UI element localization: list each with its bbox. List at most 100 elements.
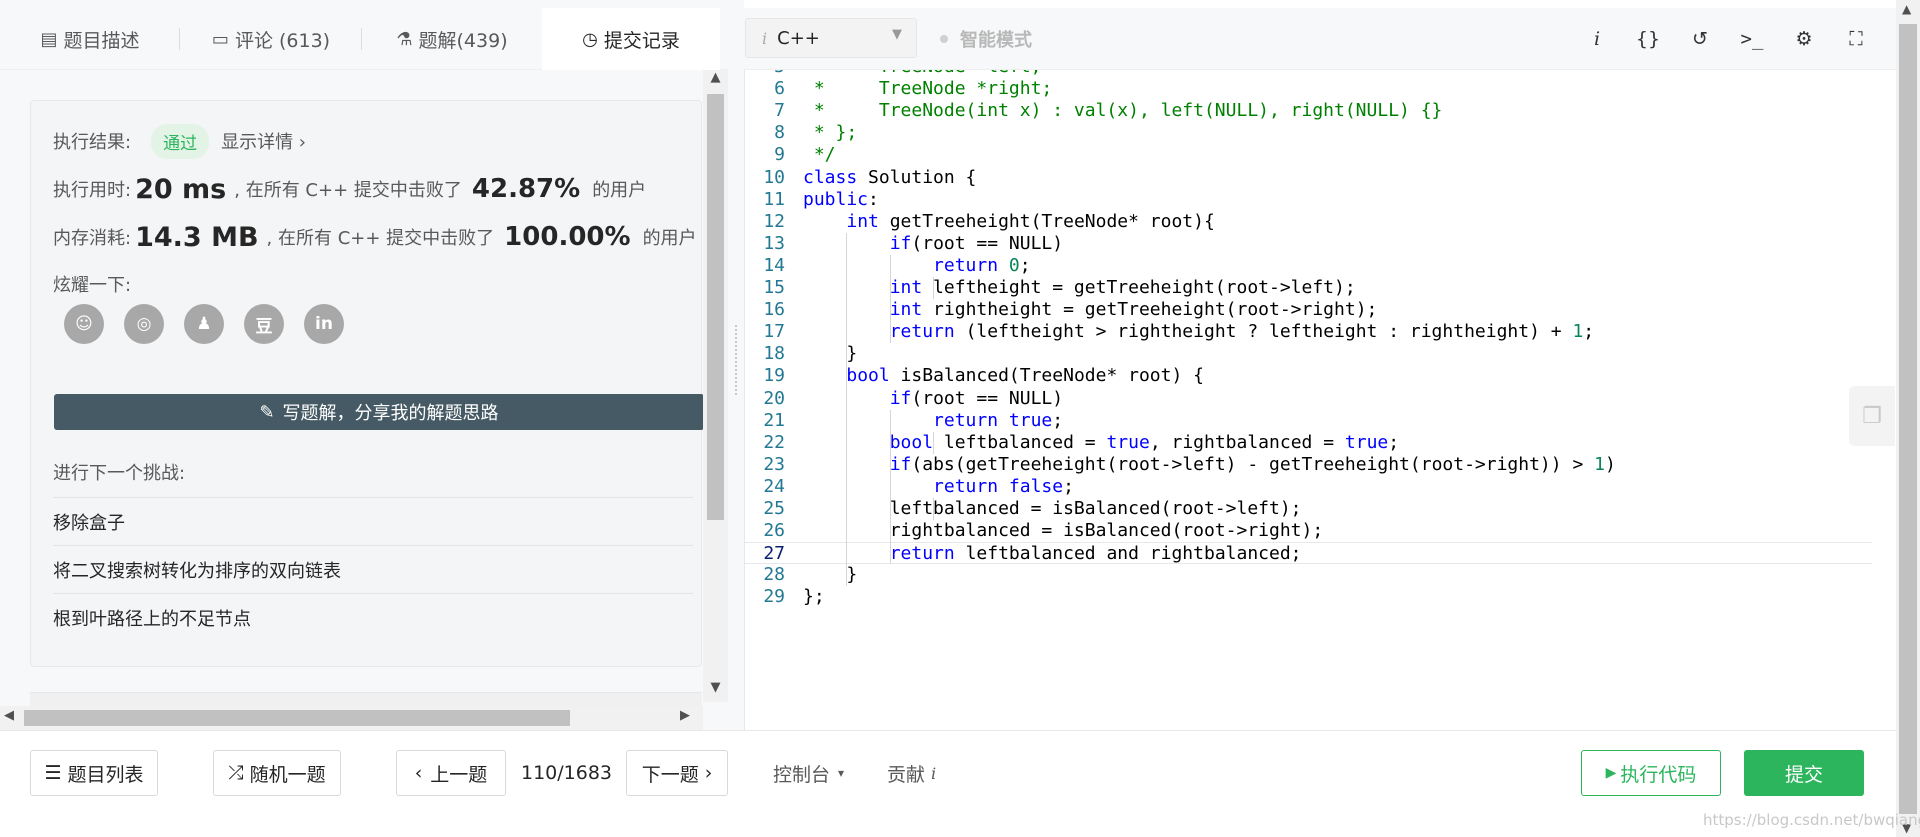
douban-icon[interactable]: 豆 (244, 304, 284, 344)
code-line[interactable]: 6 * TreeNode *right; (745, 78, 1872, 100)
runtime-percentile: 42.87% (471, 174, 581, 204)
code-line[interactable]: 15 int leftheight = getTreeheight(root->… (745, 277, 1872, 299)
submit-button[interactable]: 提交 (1744, 750, 1864, 796)
code-line[interactable]: 27 return leftbalanced and rightbalanced… (745, 542, 1872, 565)
code-line[interactable]: 23 if(abs(getTreeheight(root->left) - ge… (745, 454, 1872, 476)
tab-submissions[interactable]: ◷ 提交记录 (542, 8, 720, 70)
code-line[interactable]: 26 rightbalanced = isBalanced(root->righ… (745, 520, 1872, 542)
line-number: 20 (763, 387, 785, 409)
code-text: return (leftheight > rightheight ? lefth… (803, 321, 1594, 343)
code-keyword: public (803, 188, 869, 210)
code-line[interactable]: 5 * TreeNode *left; (745, 70, 1872, 78)
scroll-left-icon[interactable]: ◀ (4, 708, 14, 723)
indent-guide (933, 498, 935, 521)
wechat-icon[interactable]: ☺ (64, 304, 104, 344)
code-token: leftbalanced = (933, 431, 1107, 453)
next-challenge-item[interactable]: 根到叶路径上的不足节点 (53, 593, 693, 641)
weibo-icon[interactable]: ◎ (124, 304, 164, 344)
share-label: 炫耀一下: (53, 275, 132, 296)
scroll-down-icon[interactable]: ▼ (703, 680, 728, 702)
code-line[interactable]: 12 int getTreeheight(TreeNode* root){ (745, 211, 1872, 233)
write-solution-button[interactable]: ✎ 写题解，分享我的解题思路 (54, 394, 704, 430)
copy-icon[interactable]: ❐ (1849, 386, 1895, 446)
language-select[interactable]: i C++ ▼ (745, 18, 917, 58)
play-icon: ▶ (1605, 765, 1617, 781)
scroll-right-icon[interactable]: ▶ (680, 708, 690, 723)
code-line[interactable]: 10 class Solution { (745, 167, 1872, 189)
contribute-link[interactable]: 贡献 i (887, 750, 936, 796)
fullscreen-icon[interactable]: ⛶ (1841, 24, 1871, 54)
tab-solutions[interactable]: ⚗ 题解(439) (362, 8, 542, 70)
code-line[interactable]: 24 return false; (745, 476, 1872, 498)
panel-splitter[interactable] (728, 0, 744, 730)
run-code-button[interactable]: ▶ 执行代码 (1581, 750, 1721, 796)
smart-mode-label: 智能模式 (960, 30, 1032, 51)
code-line[interactable]: 16 int rightheight = getTreeheight(root-… (745, 299, 1872, 321)
indent-guide (846, 232, 848, 587)
line-number: 25 (763, 498, 785, 519)
random-problem-button[interactable]: ⤮ 随机一题 (213, 750, 341, 796)
scrollbar-thumb[interactable] (1899, 24, 1917, 814)
previous-problem-label: 上一题 (430, 763, 488, 786)
code-line[interactable]: 22 bool leftbalanced = true, rightbalanc… (745, 432, 1872, 454)
console-toggle[interactable]: 控制台 ▾ (773, 750, 844, 796)
smart-mode-toggle[interactable]: 智能模式 (940, 26, 1032, 52)
code-text: * }; (803, 122, 857, 144)
code-line[interactable]: 8 * }; (745, 122, 1872, 144)
code-line[interactable]: 14 return 0; (745, 255, 1872, 277)
next-challenge-item[interactable]: 移除盒子 (53, 497, 693, 545)
code-token: leftheight = getTreeheight(root->left); (922, 277, 1356, 298)
next-problem-label: 下一题 (641, 763, 699, 786)
code-text: int getTreeheight(TreeNode* root){ (803, 211, 1214, 233)
code-line[interactable]: 19 bool isBalanced(TreeNode* root) { (745, 365, 1872, 387)
code-text: }; (803, 586, 825, 608)
code-keyword: true (1008, 409, 1053, 431)
problem-list-button[interactable]: ☰ 题目列表 (30, 750, 158, 796)
format-braces-icon[interactable]: {} (1633, 24, 1663, 54)
code-line[interactable]: 17 return (leftheight > rightheight ? le… (745, 321, 1872, 343)
linkedin-icon[interactable]: in (304, 304, 344, 344)
submit-label: 提交 (1784, 763, 1823, 786)
next-challenge-item[interactable]: 将二叉搜索树转化为排序的双向链表 (53, 545, 693, 593)
page-vertical-scrollbar[interactable]: ▲ ▼ (1896, 0, 1920, 837)
code-line[interactable]: 9 */ (745, 144, 1872, 166)
share-icons: ☺ ◎ ♟ 豆 in (64, 304, 344, 344)
drag-handle-icon[interactable] (735, 325, 737, 395)
code-editor[interactable]: 5 * TreeNode *left;6 * TreeNode *right;7… (744, 70, 1872, 730)
code-text: rightbalanced = isBalanced(root->right); (803, 520, 1323, 542)
qq-icon[interactable]: ♟ (184, 304, 224, 344)
runtime-value: 20 ms (135, 173, 227, 205)
code-text: int leftheight = getTreeheight(root->lef… (803, 277, 1356, 299)
code-line[interactable]: 11 public: (745, 189, 1872, 211)
code-line[interactable]: 18 } (745, 343, 1872, 365)
code-line[interactable]: 29}; (745, 586, 1872, 608)
document-icon: ▤ (40, 28, 58, 50)
tab-comments[interactable]: ▭ 评论 (613) (180, 8, 362, 70)
settings-icon[interactable]: ⚙ (1789, 24, 1819, 54)
next-problem-button[interactable]: 下一题 › (626, 750, 728, 796)
scroll-up-icon[interactable]: ▲ (703, 70, 728, 92)
code-line[interactable]: 20 if(root == NULL) (745, 388, 1872, 410)
scroll-up-icon[interactable]: ▲ (1902, 2, 1911, 16)
tab-description[interactable]: ▤ 题目描述 (0, 8, 180, 70)
left-horizontal-scrollbar[interactable]: ◀ ▶ (0, 706, 703, 730)
scrollbar-thumb[interactable] (24, 710, 570, 726)
code-keyword: if (889, 232, 912, 254)
reset-icon[interactable]: ↺ (1685, 24, 1715, 54)
code-line[interactable]: 25 leftbalanced = isBalanced(root->left)… (745, 498, 1872, 520)
terminal-icon[interactable]: >_ (1737, 24, 1767, 54)
tab-description-label: 题目描述 (63, 29, 140, 52)
scrollbar-thumb[interactable] (707, 94, 724, 520)
code-line[interactable]: 13 if(root == NULL) (745, 233, 1872, 255)
code-line[interactable]: 7 * TreeNode(int x) : val(x), left(NULL)… (745, 100, 1872, 122)
left-vertical-scrollbar[interactable]: ▲ ▼ (703, 70, 728, 702)
code-line[interactable]: 21 return true; (745, 410, 1872, 432)
result-row: 执行结果: 通过 显示详情 › (53, 123, 306, 159)
next-challenge-title: 移除盒子 (53, 512, 125, 534)
show-details-link[interactable]: 显示详情 › (221, 128, 306, 154)
code-token: leftbalanced = isBalanced(root->left); (803, 498, 1302, 519)
code-token: (leftheight > rightheight ? leftheight :… (954, 321, 1573, 343)
code-line[interactable]: 28 } (745, 564, 1872, 586)
previous-problem-button[interactable]: ‹ 上一题 (396, 750, 506, 796)
info-icon[interactable]: i (1582, 24, 1612, 54)
